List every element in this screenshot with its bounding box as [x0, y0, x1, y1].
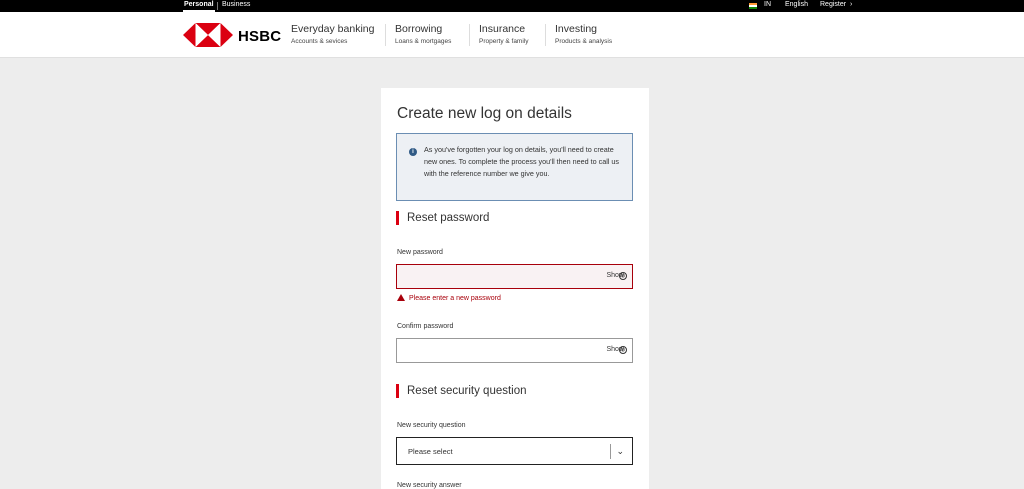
nav-subtitle: Property & family [479, 38, 529, 45]
logon-details-card: Create new log on details i As you've fo… [381, 88, 649, 489]
confirm-password-field[interactable]: Show ◍ [396, 338, 633, 363]
nav-insurance[interactable]: Insurance Property & family [479, 23, 529, 45]
new-password-label: New password [397, 249, 443, 256]
show-password-icon[interactable]: ◍ [619, 346, 627, 354]
confirm-password-label: Confirm password [397, 323, 454, 330]
chevron-right-icon: › [850, 1, 853, 8]
nav-subtitle: Loans & mortgages [395, 38, 452, 45]
nav-borrowing[interactable]: Borrowing Loans & mortgages [395, 23, 451, 45]
select-value: Please select [408, 447, 453, 456]
info-text: As you've forgotten your log on details,… [424, 145, 620, 178]
show-password-icon[interactable]: ◍ [619, 272, 627, 280]
error-text: Please enter a new password [409, 295, 501, 302]
top-bar: Personal Business IN English Register › [0, 0, 1024, 12]
hsbc-logo-icon[interactable] [183, 23, 233, 47]
nav-everyday-banking[interactable]: Everyday banking Accounts & sevices [291, 23, 374, 45]
security-question-label: New security question [397, 422, 466, 429]
nav-divider [385, 24, 386, 46]
security-answer-label: New security answer [397, 482, 462, 489]
india-flag-icon [749, 3, 757, 9]
section-reset-security-question: Reset security question [396, 384, 527, 398]
nav-divider [469, 24, 470, 46]
security-question-select[interactable]: Please select ⌄ [396, 437, 633, 465]
site-header: HSBC Everyday banking Accounts & sevices… [0, 12, 1024, 58]
new-password-error: Please enter a new password [397, 294, 501, 302]
section-reset-password: Reset password [396, 211, 489, 225]
new-password-field[interactable]: Show ◍ [396, 264, 633, 289]
page-title: Create new log on details [397, 105, 572, 122]
language-selector[interactable]: English [785, 0, 808, 12]
info-icon: i [409, 148, 417, 156]
info-notice: i As you've forgotten your log on detail… [396, 133, 633, 201]
personal-link[interactable]: Personal [183, 0, 215, 12]
nav-divider [545, 24, 546, 46]
nav-subtitle: Products & analysis [555, 38, 613, 45]
region-selector[interactable]: IN [764, 0, 771, 12]
nav-title: Borrowing [395, 23, 443, 35]
nav-title: Investing [555, 23, 598, 35]
topbar-divider [217, 2, 218, 10]
nav-subtitle: Accounts & sevices [291, 38, 348, 45]
warning-icon [397, 294, 405, 301]
nav-title: Insurance [479, 23, 526, 35]
nav-title: Everyday banking [291, 23, 375, 35]
business-link[interactable]: Business [222, 0, 250, 12]
select-divider [610, 444, 611, 459]
chevron-down-icon: ⌄ [616, 446, 624, 456]
nav-investing[interactable]: Investing Products & analysis [555, 23, 612, 45]
logo-text: HSBC [238, 28, 282, 45]
register-link[interactable]: Register [820, 0, 846, 12]
